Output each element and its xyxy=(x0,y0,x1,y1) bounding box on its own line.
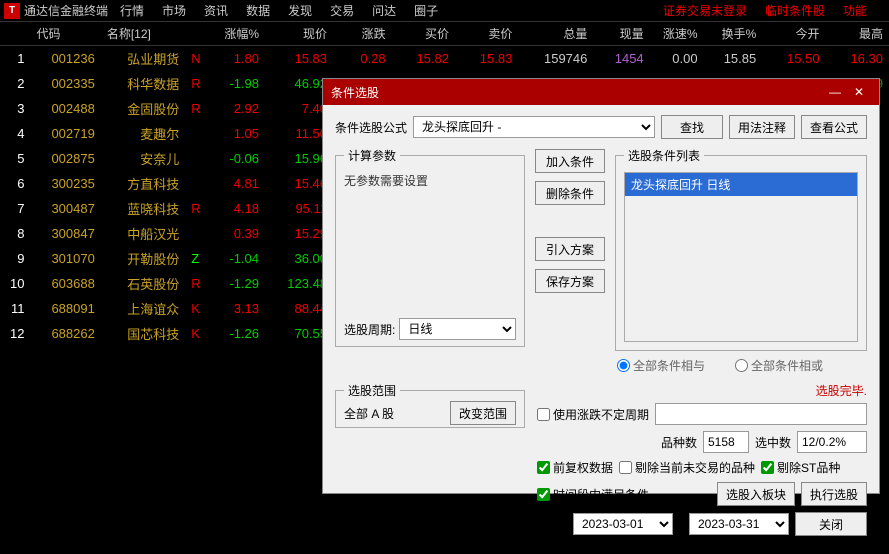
col-header[interactable]: 现量 xyxy=(593,22,649,46)
condition-list-legend: 选股条件列表 xyxy=(624,147,704,164)
date-sep: - xyxy=(679,517,683,531)
menu-item[interactable]: 问达 xyxy=(372,4,396,18)
col-header[interactable]: 今开 xyxy=(762,22,825,46)
add-condition-button[interactable]: 加入条件 xyxy=(535,149,605,173)
execute-button[interactable]: 执行选股 xyxy=(801,482,867,506)
dialog-titlebar[interactable]: 条件选股 — ✕ xyxy=(323,79,879,105)
menu-item[interactable]: 交易 xyxy=(330,4,354,18)
chk-time-condition[interactable]: 时间段内满足条件 xyxy=(537,486,649,503)
condition-listbox[interactable]: 龙头探底回升 日线 xyxy=(624,172,858,342)
condition-stock-dialog: 条件选股 — ✕ 条件选股公式 龙头探底回升 - 查找 用法注释 查看公式 计算… xyxy=(322,78,880,494)
menu-item[interactable]: 发现 xyxy=(288,4,312,18)
col-header[interactable]: 买价 xyxy=(392,22,455,46)
selected-count-label: 选中数 xyxy=(755,434,791,451)
menu-right-item[interactable]: 临时条件股 xyxy=(765,2,825,19)
condition-list-item[interactable]: 龙头探底回升 日线 xyxy=(625,173,857,196)
usage-button[interactable]: 用法注释 xyxy=(729,115,795,139)
col-header[interactable]: 换手% xyxy=(704,22,763,46)
condition-list-fieldset: 选股条件列表 龙头探底回升 日线 xyxy=(615,147,867,351)
radio-or[interactable]: 全部条件相或 xyxy=(735,357,823,374)
menu-item[interactable]: 圈子 xyxy=(414,4,438,18)
chk-indef-period[interactable]: 使用涨跌不定周期 xyxy=(537,406,649,423)
period-label: 选股周期: xyxy=(344,321,395,338)
change-scope-button[interactable]: 改变范围 xyxy=(450,401,516,425)
menu-item[interactable]: 资讯 xyxy=(204,4,228,18)
view-formula-button[interactable]: 查看公式 xyxy=(801,115,867,139)
close-icon[interactable]: ✕ xyxy=(847,85,871,99)
col-header[interactable]: 总量 xyxy=(518,22,593,46)
done-text: 选股完毕. xyxy=(537,382,867,399)
scope-text: 全部 A 股 xyxy=(344,405,394,422)
to-block-button[interactable]: 选股入板块 xyxy=(717,482,795,506)
selected-count-field xyxy=(797,431,867,453)
radio-and[interactable]: 全部条件相与 xyxy=(617,357,705,374)
scope-legend: 选股范围 xyxy=(344,382,400,399)
col-header[interactable]: 涨跌 xyxy=(333,22,392,46)
col-header[interactable]: 涨幅% xyxy=(204,22,265,46)
top-menu-bar: T 通达信金融终端 行情 市场 资讯 数据 发现 交易 问达 圈子 证券交易未登录 临时条件股 功… xyxy=(0,0,889,22)
date-to-select[interactable]: 2023-03-31 xyxy=(689,513,789,535)
col-header[interactable]: 涨速% xyxy=(650,22,704,46)
col-header[interactable]: 代码 xyxy=(30,22,100,46)
formula-label: 条件选股公式 xyxy=(335,119,407,136)
table-row[interactable]: 1001236弘业期货N1.8015.830.2815.8215.8315974… xyxy=(0,46,889,72)
close-button[interactable]: 关闭 xyxy=(795,512,867,536)
dialog-title: 条件选股 xyxy=(331,84,823,101)
save-plan-button[interactable]: 保存方案 xyxy=(535,269,605,293)
import-plan-button[interactable]: 引入方案 xyxy=(535,237,605,261)
menu-item[interactable]: 数据 xyxy=(246,4,270,18)
menu-right-item[interactable]: 功能 xyxy=(843,2,867,19)
col-header[interactable]: 卖价 xyxy=(455,22,518,46)
app-logo-icon: T xyxy=(4,3,20,19)
params-legend: 计算参数 xyxy=(344,147,400,164)
formula-select[interactable]: 龙头探底回升 - xyxy=(413,116,655,138)
delete-condition-button[interactable]: 删除条件 xyxy=(535,181,605,205)
col-header[interactable]: 名称[12] xyxy=(101,22,185,46)
params-empty-text: 无参数需要设置 xyxy=(344,172,516,189)
chk-forward-adjust[interactable]: 前复权数据 xyxy=(537,459,613,476)
kind-count-field xyxy=(703,431,749,453)
chk-remove-st[interactable]: 剔除ST品种 xyxy=(761,459,840,476)
find-button[interactable]: 查找 xyxy=(661,115,723,139)
menu-right-item[interactable]: 证券交易未登录 xyxy=(663,2,747,19)
date-from-select[interactable]: 2023-03-01 xyxy=(573,513,673,535)
col-header[interactable]: 现价 xyxy=(265,22,333,46)
menu-item[interactable]: 市场 xyxy=(162,4,186,18)
col-header[interactable]: 最高 xyxy=(826,22,889,46)
kind-count-label: 品种数 xyxy=(661,434,697,451)
scope-fieldset: 选股范围 全部 A 股 改变范围 xyxy=(335,382,525,428)
period-select[interactable]: 日线 xyxy=(399,318,516,340)
menu-item[interactable]: 行情 xyxy=(120,4,144,18)
app-title: 通达信金融终端 xyxy=(24,2,108,19)
minimize-icon[interactable]: — xyxy=(823,85,847,99)
indef-period-input[interactable] xyxy=(655,403,867,425)
chk-remove-notrade[interactable]: 剔除当前未交易的品种 xyxy=(619,459,755,476)
params-fieldset: 计算参数 无参数需要设置 选股周期: 日线 xyxy=(335,147,525,347)
